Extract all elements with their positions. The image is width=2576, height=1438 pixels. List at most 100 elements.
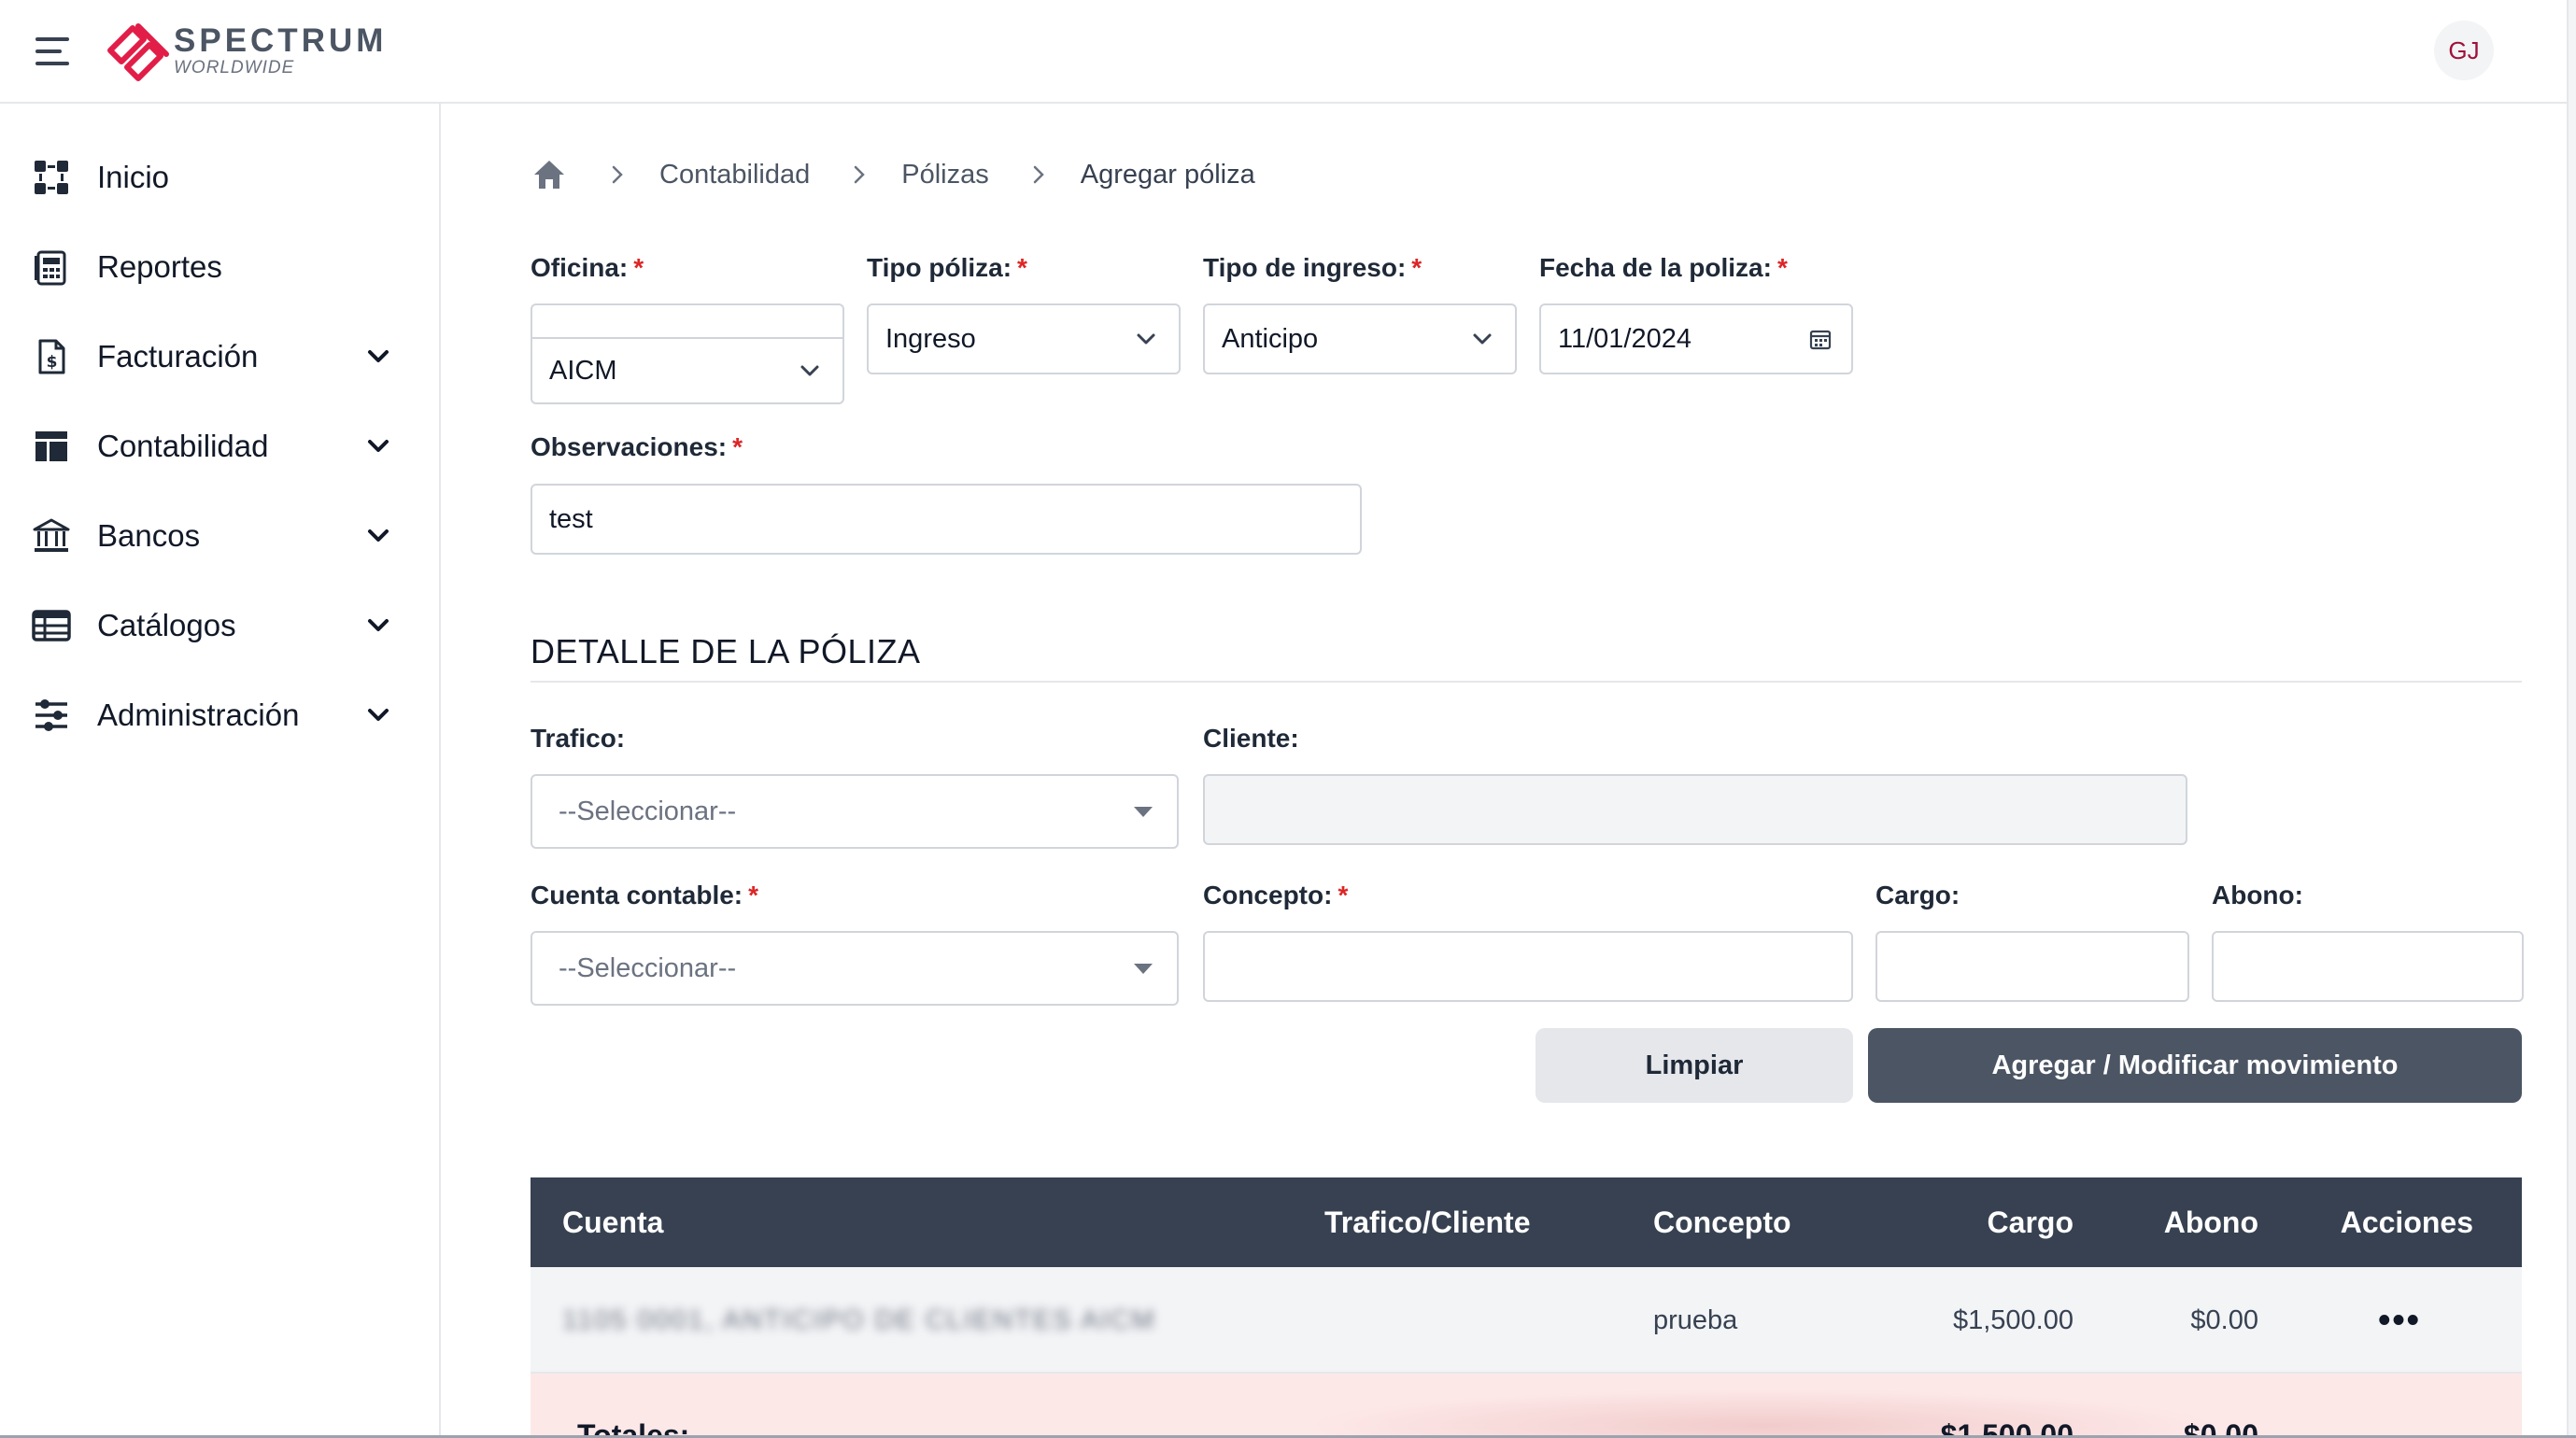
sidebar-item-bancos[interactable]: Bancos — [0, 499, 439, 573]
caret-down-icon — [1134, 964, 1153, 974]
brand: SPECTRUM WORLDWIDE — [174, 22, 387, 78]
observaciones-value: test — [549, 503, 593, 534]
tipo-ingreso-value: Anticipo — [1222, 323, 1319, 354]
cell-abono: $0.00 — [2190, 1304, 2258, 1335]
sidebar-item-label: Inicio — [97, 160, 170, 194]
breadcrumb-contabilidad[interactable]: Contabilidad — [659, 160, 810, 190]
main-content: Contabilidad Pólizas Agregar póliza Ofic… — [441, 104, 2567, 1438]
cliente-input — [1203, 774, 2187, 845]
chevron-right-icon — [612, 165, 623, 184]
observaciones-label: Observaciones: * — [531, 432, 743, 462]
totals-shadow — [1296, 1389, 2230, 1438]
required-mark: * — [1017, 253, 1027, 282]
sidebar-item-contabilidad[interactable]: Contabilidad — [0, 409, 439, 484]
cliente-label: Cliente: — [1203, 724, 1299, 753]
top-bar: SPECTRUM WORLDWIDE GJ — [0, 0, 2576, 104]
column-header-trafico-cliente: Trafico/Cliente — [1324, 1205, 1531, 1239]
cargo-label: Cargo: — [1875, 881, 1960, 909]
tipo-poliza-label-text: Tipo póliza: — [867, 253, 1012, 282]
observaciones-input[interactable]: test — [531, 484, 1362, 555]
sidebar-item-inicio[interactable]: Inicio — [0, 140, 439, 215]
sidebar-item-label: Facturación — [97, 339, 259, 374]
fecha-label-text: Fecha de la poliza: — [1539, 253, 1772, 282]
required-mark: * — [1776, 253, 1788, 282]
concepto-input[interactable] — [1203, 931, 1853, 1002]
tipo-poliza-select[interactable]: Ingreso — [867, 303, 1181, 374]
invoice-icon: $ — [32, 337, 71, 376]
chevron-down-icon[interactable] — [362, 430, 394, 462]
cuenta-contable-select[interactable]: --Seleccionar-- — [531, 931, 1179, 1006]
table-icon — [32, 606, 71, 645]
cell-cuenta: 1105 0001, ANTICIPO DE CLIENTES AICM — [562, 1304, 1156, 1335]
cuenta-placeholder: --Seleccionar-- — [559, 952, 737, 983]
sidebar-item-administracion[interactable]: Administración — [0, 678, 439, 753]
fecha-value: 11/01/2024 — [1558, 323, 1691, 354]
svg-text:$: $ — [47, 353, 58, 372]
column-header-abono: Abono — [2163, 1205, 2258, 1239]
chevron-down-icon[interactable] — [362, 610, 394, 641]
column-header-concepto: Concepto — [1653, 1205, 1791, 1239]
scrollbar-track[interactable] — [2567, 0, 2576, 1438]
add-movement-button[interactable]: Agregar / Modificar movimiento — [1868, 1028, 2522, 1103]
abono-input[interactable] — [2212, 931, 2524, 1002]
sidebar-item-label: Administración — [97, 698, 300, 732]
oficina-select[interactable]: AICM — [531, 337, 844, 404]
sidebar-item-label: Reportes — [97, 249, 222, 284]
calendar-icon[interactable] — [1808, 327, 1833, 351]
required-mark: * — [732, 432, 743, 461]
chevron-down-icon[interactable] — [362, 520, 394, 552]
table-header: Cuenta Trafico/Cliente Concepto Cargo Ab… — [531, 1177, 2522, 1267]
bank-icon — [32, 516, 71, 556]
sliders-icon — [32, 696, 71, 735]
chevron-down-icon — [1473, 333, 1492, 345]
home-icon[interactable] — [531, 156, 568, 193]
cuenta-label-text: Cuenta contable: — [531, 881, 743, 909]
cell-cargo: $1,500.00 — [1952, 1304, 2074, 1335]
more-actions-icon[interactable]: ••• — [2378, 1267, 2421, 1374]
spectrum-logo-icon — [107, 23, 169, 81]
tipo-ingreso-select[interactable]: Anticipo — [1203, 303, 1517, 374]
fecha-date-input[interactable]: 11/01/2024 — [1539, 303, 1853, 374]
sidebar-item-catalogos[interactable]: Catálogos — [0, 588, 439, 663]
column-header-cargo: Cargo — [1987, 1205, 2074, 1239]
chevron-right-icon — [854, 165, 866, 184]
hamburger-menu-icon[interactable] — [35, 37, 69, 65]
chevron-down-icon — [800, 365, 819, 376]
fecha-label: Fecha de la poliza: * — [1539, 253, 1788, 283]
user-avatar[interactable]: GJ — [2434, 21, 2494, 80]
brand-name: SPECTRUM — [174, 22, 388, 59]
totals-cargo: $1,500.00 — [1940, 1417, 2074, 1438]
clear-button[interactable]: Limpiar — [1536, 1028, 1853, 1103]
oficina-select-value: AICM — [549, 355, 617, 386]
required-mark: * — [633, 253, 644, 282]
column-header-acciones: Acciones — [2340, 1205, 2473, 1239]
totals-abono: $0.00 — [2183, 1417, 2258, 1438]
required-mark: * — [1338, 881, 1349, 909]
dashboard-icon — [32, 158, 71, 197]
report-icon — [32, 247, 71, 287]
totals-label: Totales: — [577, 1417, 690, 1438]
trafico-select[interactable]: --Seleccionar-- — [531, 774, 1179, 849]
sidebar-item-label: Bancos — [97, 518, 201, 553]
breadcrumb: Contabilidad Pólizas Agregar póliza — [531, 152, 1255, 197]
chevron-down-icon — [1137, 333, 1155, 345]
cargo-input[interactable] — [1875, 931, 2189, 1002]
breadcrumb-polizas[interactable]: Pólizas — [901, 160, 989, 190]
tipo-poliza-value: Ingreso — [885, 323, 976, 354]
breadcrumb-current: Agregar póliza — [1080, 159, 1255, 190]
brand-subtitle: WORLDWIDE — [174, 58, 295, 78]
sidebar-item-reportes[interactable]: Reportes — [0, 230, 439, 304]
sidebar-item-label: Catálogos — [97, 608, 236, 642]
chevron-down-icon[interactable] — [362, 341, 394, 373]
chevron-right-icon — [1033, 165, 1044, 184]
table-row[interactable]: 1105 0001, ANTICIPO DE CLIENTES AICM pru… — [531, 1267, 2522, 1374]
tipo-ingreso-label-text: Tipo de ingreso: — [1203, 253, 1407, 282]
column-header-cuenta: Cuenta — [562, 1205, 664, 1239]
sidebar-item-facturacion[interactable]: $ Facturación — [0, 319, 439, 394]
oficina-search-input[interactable] — [531, 303, 844, 337]
required-mark: * — [1411, 253, 1422, 282]
chevron-down-icon[interactable] — [362, 699, 394, 731]
required-mark: * — [748, 881, 759, 909]
caret-down-icon — [1134, 807, 1153, 817]
concepto-label: Concepto: * — [1203, 881, 1348, 910]
